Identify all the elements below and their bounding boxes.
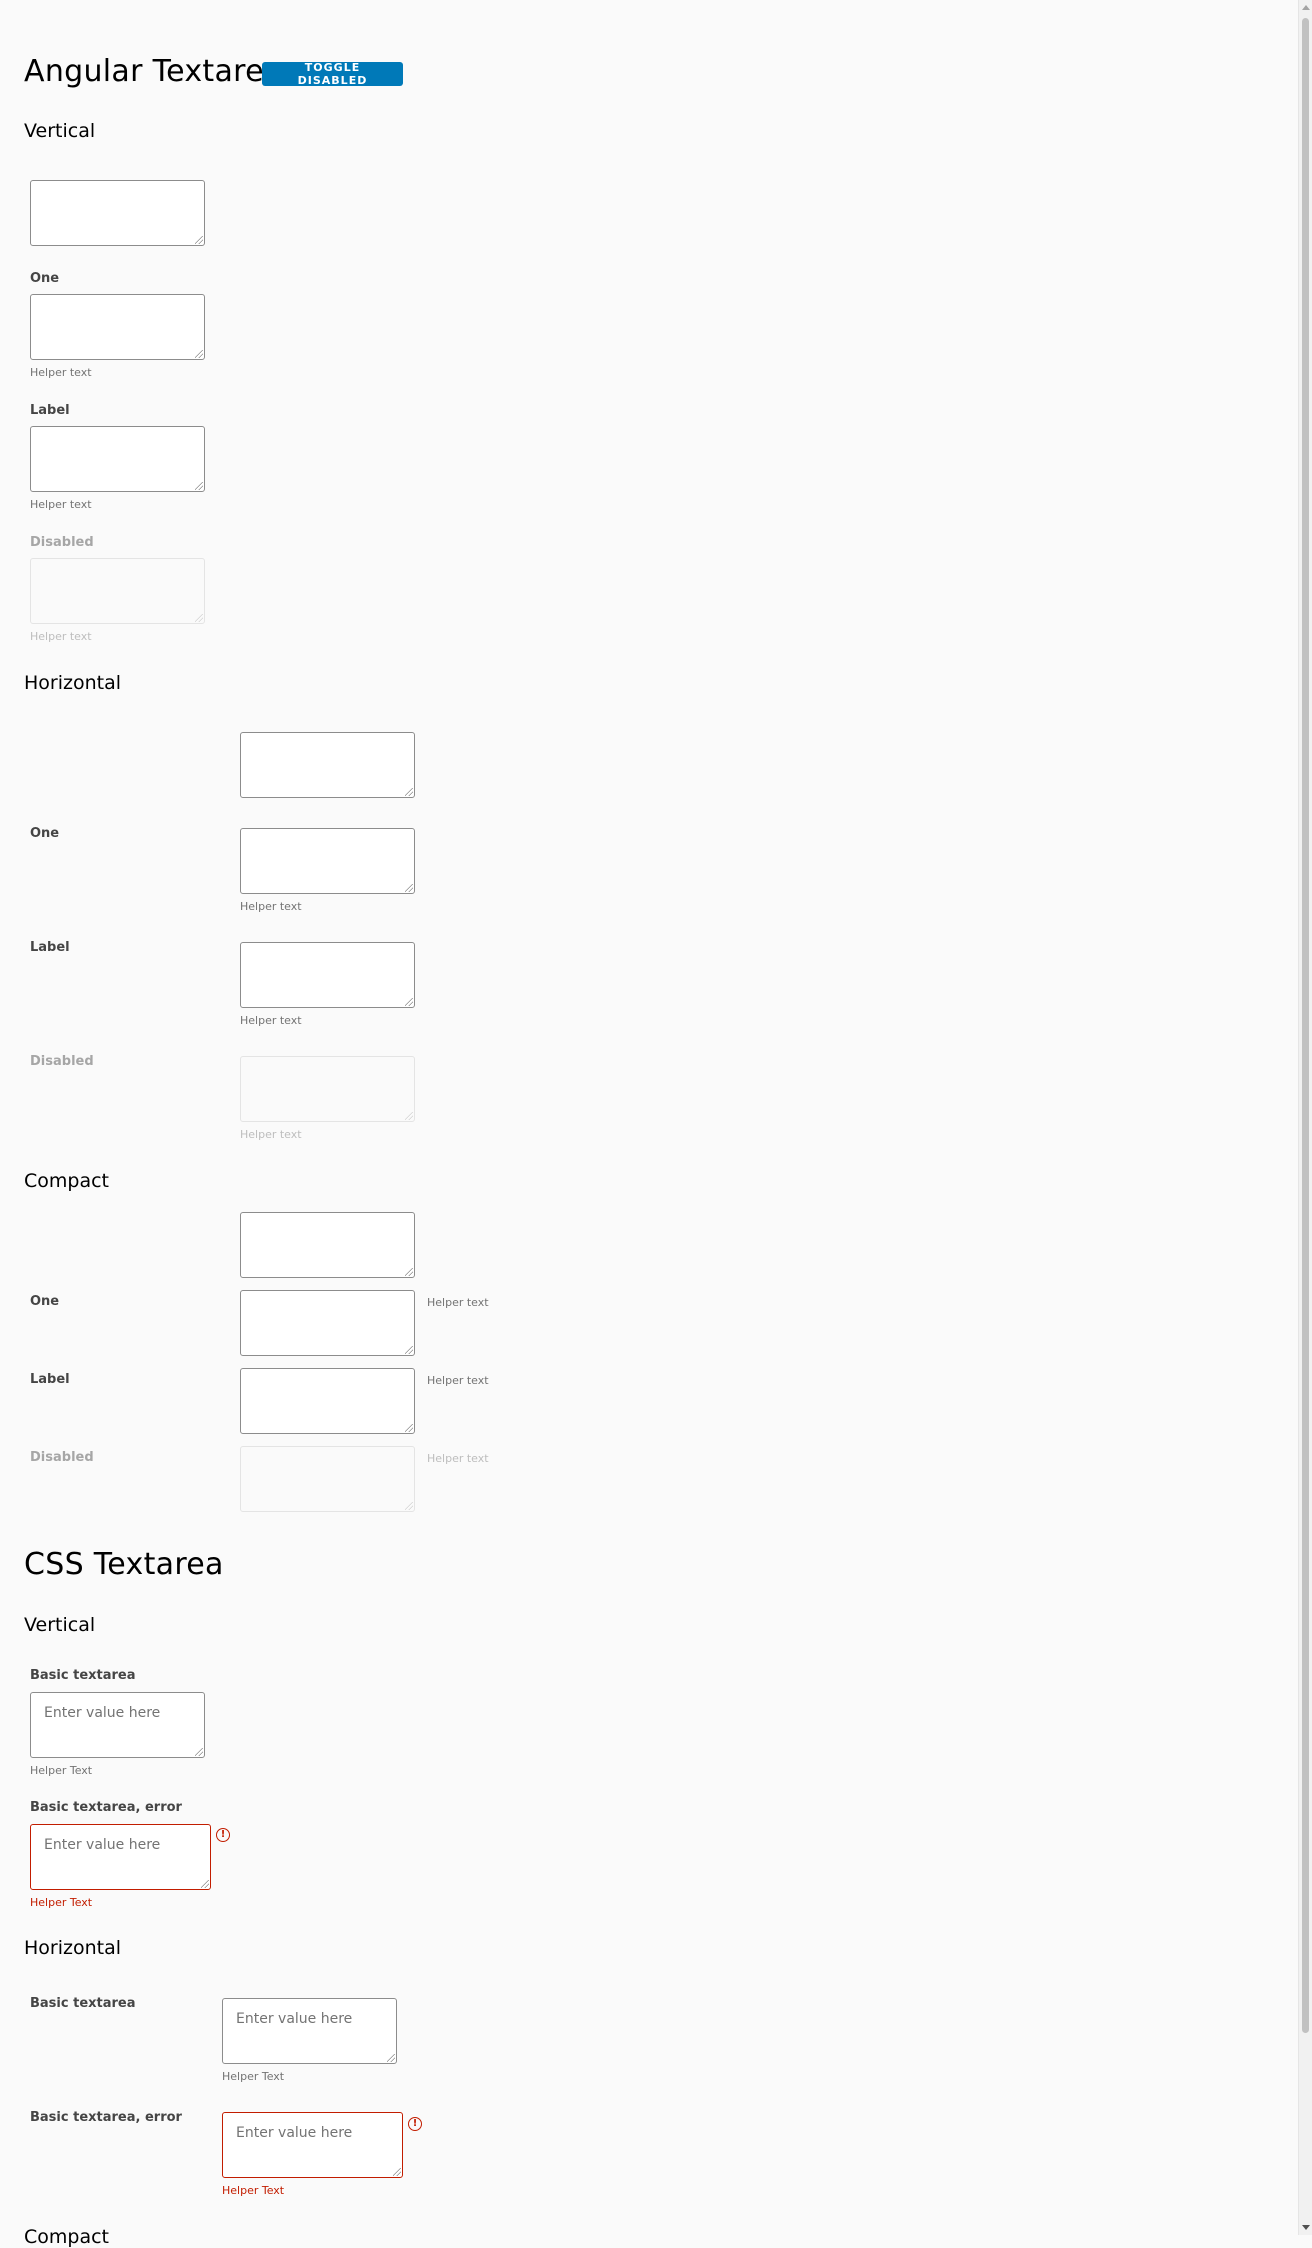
- textarea-one[interactable]: [240, 828, 415, 894]
- label-basic-textarea: Basic textarea: [30, 1668, 136, 1683]
- resize-handle[interactable]: [405, 1268, 413, 1276]
- label-label: Label: [30, 1372, 70, 1387]
- resize-handle[interactable]: [201, 1880, 209, 1888]
- label-disabled: Disabled: [30, 1054, 94, 1069]
- resize-handle[interactable]: [393, 2168, 401, 2176]
- textarea-disabled: [240, 1446, 415, 1512]
- resize-handle[interactable]: [405, 788, 413, 796]
- textarea-one[interactable]: [30, 294, 205, 360]
- label-basic-textarea-error: Basic textarea, error: [30, 2110, 182, 2125]
- resize-handle[interactable]: [405, 998, 413, 1006]
- label-basic-textarea-error: Basic textarea, error: [30, 1800, 182, 1815]
- label-disabled: Disabled: [30, 1450, 94, 1465]
- helper-text-one: Helper text: [30, 366, 92, 379]
- basic-textarea[interactable]: Enter value here: [30, 1692, 205, 1758]
- textarea-unlabeled[interactable]: [240, 732, 415, 798]
- placeholder: Enter value here: [44, 1837, 161, 1853]
- section-heading-vertical: Vertical: [24, 120, 96, 142]
- page-title-css-textarea: CSS Textarea: [24, 1547, 224, 1582]
- helper-text-one: Helper text: [427, 1296, 489, 1309]
- helper-text-basic: Helper Text: [30, 1764, 93, 1777]
- helper-text-disabled: Helper text: [427, 1452, 489, 1465]
- error-icon: !: [408, 2117, 422, 2131]
- label-disabled: Disabled: [30, 535, 94, 550]
- textarea-disabled: [30, 558, 205, 624]
- helper-text-basic: Helper Text: [222, 2070, 285, 2083]
- label-basic-textarea: Basic textarea: [30, 1996, 136, 2011]
- section-heading-vertical: Vertical: [24, 1614, 96, 1636]
- resize-handle: [195, 614, 203, 622]
- textarea-unlabeled[interactable]: [240, 1212, 415, 1278]
- placeholder: Enter value here: [44, 1705, 161, 1721]
- helper-text-error: Helper Text: [30, 1896, 93, 1909]
- helper-text-disabled: Helper text: [240, 1128, 302, 1141]
- placeholder: Enter value here: [236, 2125, 353, 2141]
- resize-handle[interactable]: [405, 1424, 413, 1432]
- textarea-one[interactable]: [240, 1290, 415, 1356]
- placeholder: Enter value here: [236, 2011, 353, 2027]
- helper-text-disabled: Helper text: [30, 630, 92, 643]
- section-heading-horizontal: Horizontal: [24, 672, 122, 694]
- label-one: One: [30, 1294, 60, 1309]
- textarea-label[interactable]: [240, 942, 415, 1008]
- resize-handle[interactable]: [387, 2054, 395, 2062]
- resize-handle[interactable]: [195, 350, 203, 358]
- label-one: One: [30, 826, 60, 841]
- helper-text-label: Helper text: [240, 1014, 302, 1027]
- basic-textarea-error[interactable]: Enter value here: [30, 1824, 211, 1890]
- basic-textarea[interactable]: Enter value here: [222, 1998, 397, 2064]
- scroll-down-arrow-icon[interactable]: [1302, 2225, 1310, 2230]
- error-icon: !: [216, 1828, 230, 1842]
- scrollbar-thumb[interactable]: [1302, 18, 1309, 2033]
- label-label: Label: [30, 403, 70, 418]
- resize-handle[interactable]: [405, 884, 413, 892]
- scroll-up-arrow-icon[interactable]: [1302, 5, 1310, 10]
- page-scrollbar[interactable]: [1298, 0, 1312, 2235]
- resize-handle[interactable]: [195, 1748, 203, 1756]
- helper-text-label: Helper text: [30, 498, 92, 511]
- textarea-disabled: [240, 1056, 415, 1122]
- resize-handle[interactable]: [195, 482, 203, 490]
- section-heading-compact: Compact: [24, 1170, 109, 1192]
- textarea-label[interactable]: [30, 426, 205, 492]
- resize-handle: [405, 1502, 413, 1510]
- toggle-disabled-button[interactable]: TOGGLE DISABLED: [262, 61, 403, 87]
- textarea-label[interactable]: [240, 1368, 415, 1434]
- helper-text-one: Helper text: [240, 900, 302, 913]
- label-one: One: [30, 271, 60, 286]
- helper-text-error: Helper Text: [222, 2184, 285, 2197]
- section-heading-compact: Compact: [24, 2226, 109, 2248]
- textarea-unlabeled[interactable]: [30, 180, 205, 246]
- resize-handle[interactable]: [195, 236, 203, 244]
- resize-handle: [405, 1112, 413, 1120]
- helper-text-label: Helper text: [427, 1374, 489, 1387]
- page-title-angular-textarea: Angular Textarea: [24, 54, 283, 89]
- label-label: Label: [30, 940, 70, 955]
- resize-handle[interactable]: [405, 1346, 413, 1354]
- basic-textarea-error[interactable]: Enter value here: [222, 2112, 403, 2178]
- section-heading-horizontal: Horizontal: [24, 1937, 122, 1959]
